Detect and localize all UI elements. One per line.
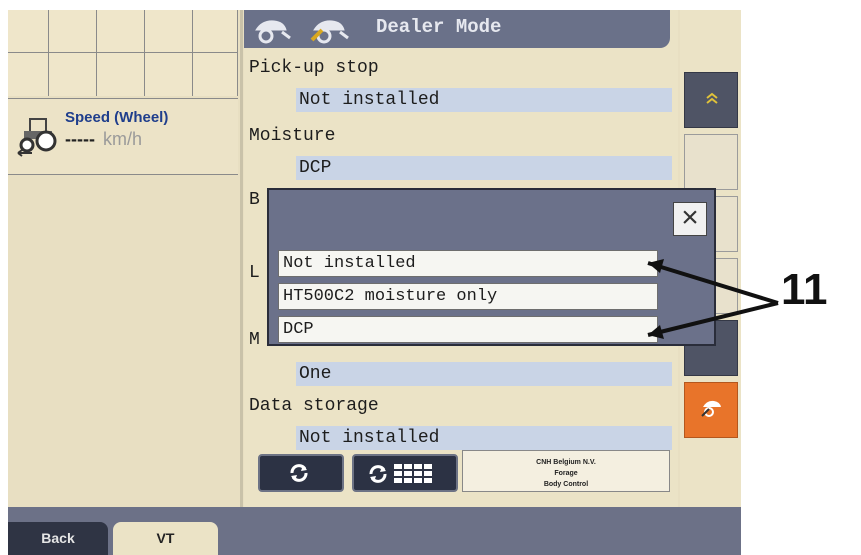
param-value-m[interactable]: One (296, 362, 672, 386)
param-label-b: B (249, 190, 260, 210)
baler-settings-icon (310, 20, 349, 44)
speed-readout: Speed (Wheel) ----- km/h (8, 98, 238, 175)
baler-icon (255, 20, 291, 44)
panel-divider (240, 10, 243, 555)
vt-tab[interactable]: VT (113, 522, 218, 555)
bottom-button-bar: CNH Belgium N.V. Forage Body Control (244, 446, 678, 498)
option-ht500c2-moisture-only[interactable]: HT500C2 moisture only (278, 283, 658, 310)
run-screen-grid (8, 10, 238, 96)
double-chevron-up-icon (706, 92, 718, 104)
param-label-l: L (249, 263, 260, 283)
callout-number: 11 (781, 265, 828, 314)
callout-arrows (647, 259, 779, 339)
softkey-2[interactable] (684, 134, 738, 190)
param-label-moisture: Moisture (249, 126, 336, 146)
dealer-settings-softkey[interactable] (684, 382, 738, 438)
param-value-moisture[interactable]: DCP (296, 156, 672, 180)
baler-settings-icon (701, 400, 721, 417)
param-label-pickup-stop: Pick-up stop (249, 58, 379, 78)
run-screen-empty-area (8, 175, 238, 505)
page-title: Dealer Mode (376, 16, 502, 38)
back-tab[interactable]: Back (8, 522, 108, 555)
refresh-icon (290, 464, 308, 482)
title-bar: Dealer Mode (244, 10, 670, 48)
refresh-button[interactable] (258, 454, 344, 492)
speed-label: Speed (Wheel) (65, 109, 169, 126)
scroll-up-softkey[interactable] (684, 72, 738, 128)
option-dcp[interactable]: DCP (278, 316, 658, 343)
option-not-installed[interactable]: Not installed (278, 250, 658, 277)
refresh-grid-button[interactable] (352, 454, 458, 492)
manufacturer-label: CNH Belgium N.V. Forage Body Control (462, 450, 670, 492)
tractor-icon (17, 118, 57, 157)
param-label-m: M (249, 330, 260, 350)
refresh-grid-icon (369, 464, 432, 483)
close-button[interactable]: × (673, 202, 707, 236)
speed-value: ----- km/h (65, 129, 142, 149)
param-value-pickup-stop[interactable]: Not installed (296, 88, 672, 112)
param-label-data-storage: Data storage (249, 396, 379, 416)
